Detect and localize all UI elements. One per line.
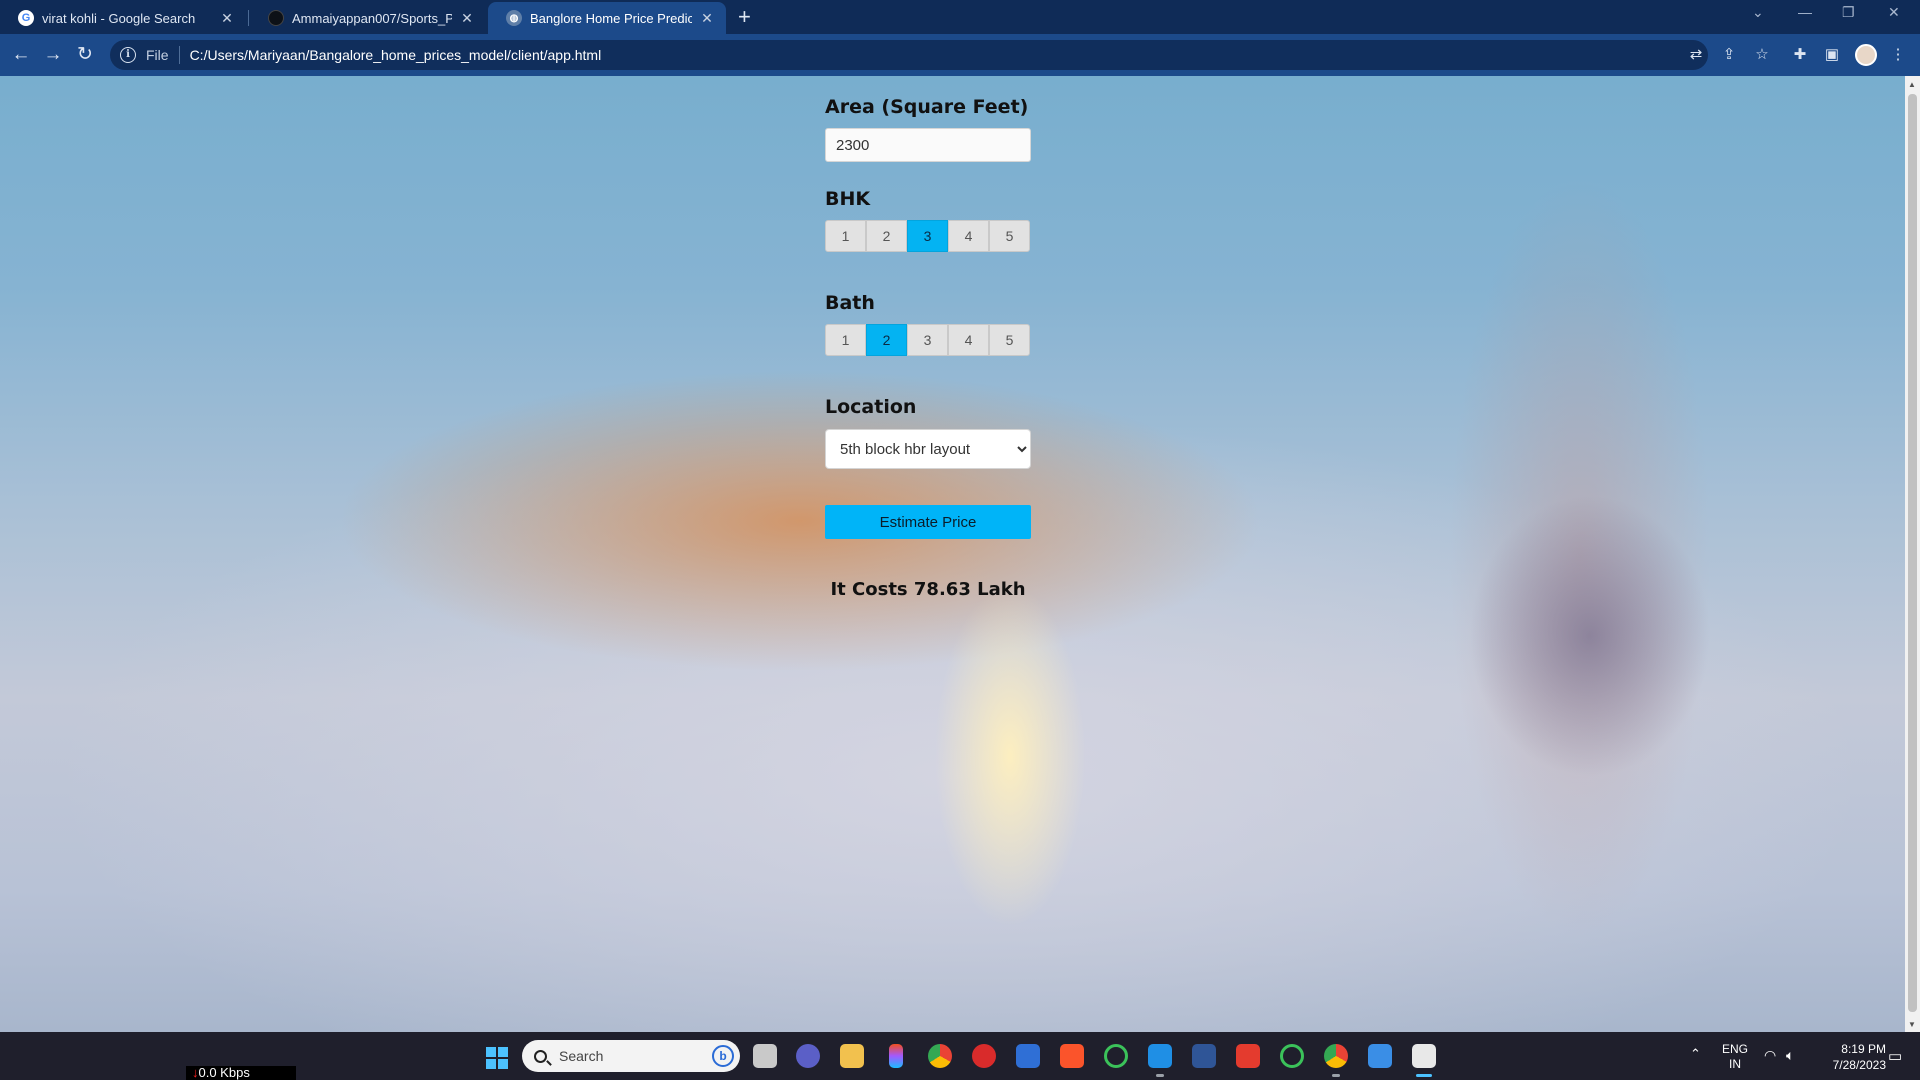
bath-option-2[interactable]: 2 <box>866 324 907 356</box>
bhk-label: BHK <box>825 188 871 210</box>
page-viewport: Area (Square Feet) BHK 1 2 3 4 5 Bath 1 … <box>0 76 1905 1032</box>
taskbar-search[interactable]: Search b <box>522 1040 740 1072</box>
google-g-icon: G <box>18 10 34 26</box>
wifi-icon[interactable]: ◠ <box>1764 1047 1776 1064</box>
globe-icon: ◍ <box>506 10 522 26</box>
bath-selector: 1 2 3 4 5 <box>825 324 1031 356</box>
language-indicator[interactable]: ENG IN <box>1722 1042 1748 1072</box>
bing-icon[interactable]: b <box>712 1045 734 1067</box>
teams-chat-icon[interactable] <box>796 1044 820 1068</box>
tab-search-icon[interactable]: ⌄ <box>1752 4 1764 21</box>
green-ring-app-2-icon[interactable] <box>1280 1044 1304 1068</box>
bhk-option-3[interactable]: 3 <box>907 220 948 252</box>
location-label: Location <box>825 396 917 418</box>
restore-icon[interactable]: ❐ <box>1842 4 1855 21</box>
close-window-icon[interactable]: ✕ <box>1888 4 1900 21</box>
chrome-profile-icon[interactable] <box>1324 1044 1348 1077</box>
github-icon <box>268 10 284 26</box>
bhk-selector: 1 2 3 4 5 <box>825 220 1031 252</box>
snipping-tool-icon[interactable] <box>1412 1044 1436 1077</box>
profile-avatar[interactable] <box>1855 44 1877 66</box>
windows-taskbar: ↓0.0 Kbps Search b ⌃ ENG IN ◠ 🔈︎ 8:19 PM… <box>0 1032 1920 1080</box>
share-icon[interactable]: ⇪ <box>1719 45 1739 65</box>
page-scrollbar[interactable]: ▲ ▼ <box>1905 76 1920 1032</box>
wps-office-icon[interactable] <box>1236 1044 1260 1068</box>
minimize-icon[interactable]: — <box>1798 4 1812 20</box>
bhk-option-1[interactable]: 1 <box>825 220 866 252</box>
chrome-icon[interactable] <box>928 1044 952 1068</box>
tab-github-repo[interactable]: Ammaiyappan007/Sports_Person ✕ <box>250 2 486 34</box>
bhk-option-5[interactable]: 5 <box>989 220 1030 252</box>
antivirus-icon[interactable] <box>972 1044 996 1068</box>
search-placeholder: Search <box>559 1048 604 1064</box>
ssms-icon[interactable] <box>1192 1044 1216 1068</box>
bhk-option-2[interactable]: 2 <box>866 220 907 252</box>
scroll-down-icon[interactable]: ▼ <box>1908 1020 1916 1029</box>
task-view-icon[interactable] <box>753 1044 777 1068</box>
prediction-form: Area (Square Feet) BHK 1 2 3 4 5 Bath 1 … <box>825 96 1031 600</box>
bath-option-4[interactable]: 4 <box>948 324 989 356</box>
reload-icon[interactable]: ↻ <box>73 43 97 67</box>
estimate-price-button[interactable]: Estimate Price <box>825 505 1031 539</box>
tab-home-price-prediction[interactable]: ◍ Banglore Home Price Prediction ✕ <box>488 2 726 34</box>
system-clock[interactable]: 8:19 PM 7/28/2023 <box>1812 1041 1886 1073</box>
net-speed-value: 0.0 Kbps <box>198 1065 250 1080</box>
net-speed-meter: ↓0.0 Kbps <box>186 1066 296 1080</box>
clock-date: 7/28/2023 <box>1832 1058 1886 1072</box>
new-tab-button[interactable]: + <box>738 5 751 29</box>
info-icon[interactable]: i <box>120 47 136 63</box>
close-icon[interactable]: ✕ <box>218 10 236 27</box>
language-line-2: IN <box>1729 1057 1741 1071</box>
volume-icon[interactable]: 🔈︎ <box>1786 1047 1794 1064</box>
scheme-label: File <box>146 46 180 64</box>
search-icon <box>534 1049 547 1063</box>
estimated-price-result: It Costs 78.63 Lakh <box>830 579 1026 600</box>
extensions-icon[interactable]: ✚ <box>1790 45 1810 65</box>
green-ring-app-icon[interactable] <box>1104 1044 1128 1068</box>
area-input[interactable] <box>825 128 1031 162</box>
brave-icon[interactable] <box>1060 1044 1084 1068</box>
area-label: Area (Square Feet) <box>825 96 1029 118</box>
side-panel-icon[interactable]: ▣ <box>1822 45 1842 65</box>
bath-label: Bath <box>825 292 875 314</box>
translate-icon[interactable]: ⇄ <box>1686 45 1706 65</box>
scroll-up-icon[interactable]: ▲ <box>1908 80 1916 89</box>
language-line-1: ENG <box>1722 1042 1749 1056</box>
tab-title: Ammaiyappan007/Sports_Person <box>292 10 452 26</box>
paint-icon[interactable] <box>1368 1044 1392 1068</box>
tab-title: virat kohli - Google Search <box>42 10 196 26</box>
close-icon[interactable]: ✕ <box>698 10 716 27</box>
defender-shield-icon[interactable] <box>1016 1044 1040 1068</box>
chevron-up-icon[interactable]: ⌃ <box>1690 1046 1701 1062</box>
location-select[interactable]: 5th block hbr layout <box>825 429 1031 469</box>
tab-google-search[interactable]: G virat kohli - Google Search ✕ <box>0 2 246 34</box>
back-icon[interactable]: ← <box>9 43 33 67</box>
url-text[interactable]: C:/Users/Mariyaan/Bangalore_home_prices_… <box>190 47 602 63</box>
notification-icon[interactable]: ▭ <box>1888 1047 1902 1065</box>
browser-toolbar: ← → ↻ i File C:/Users/Mariyaan/Bangalore… <box>0 34 1920 76</box>
address-bar[interactable]: i File C:/Users/Mariyaan/Bangalore_home_… <box>110 40 1708 70</box>
windows-start-icon[interactable] <box>486 1047 508 1069</box>
bath-option-3[interactable]: 3 <box>907 324 948 356</box>
bhk-option-4[interactable]: 4 <box>948 220 989 252</box>
scrollbar-thumb[interactable] <box>1908 94 1917 1012</box>
bath-option-1[interactable]: 1 <box>825 324 866 356</box>
menu-kebab-icon[interactable]: ⋮ <box>1888 45 1908 65</box>
vscode-icon[interactable] <box>1148 1044 1172 1077</box>
bookmark-star-icon[interactable]: ☆ <box>1752 45 1772 65</box>
close-icon[interactable]: ✕ <box>458 10 476 27</box>
tab-title: Banglore Home Price Prediction <box>530 10 692 26</box>
file-explorer-icon[interactable] <box>840 1044 864 1068</box>
bath-option-5[interactable]: 5 <box>989 324 1030 356</box>
clock-time: 8:19 PM <box>1841 1042 1886 1056</box>
tab-separator <box>248 10 249 26</box>
figma-icon[interactable] <box>889 1044 903 1068</box>
forward-icon[interactable]: → <box>41 43 65 67</box>
tab-strip: G virat kohli - Google Search ✕ Ammaiyap… <box>0 0 1920 34</box>
